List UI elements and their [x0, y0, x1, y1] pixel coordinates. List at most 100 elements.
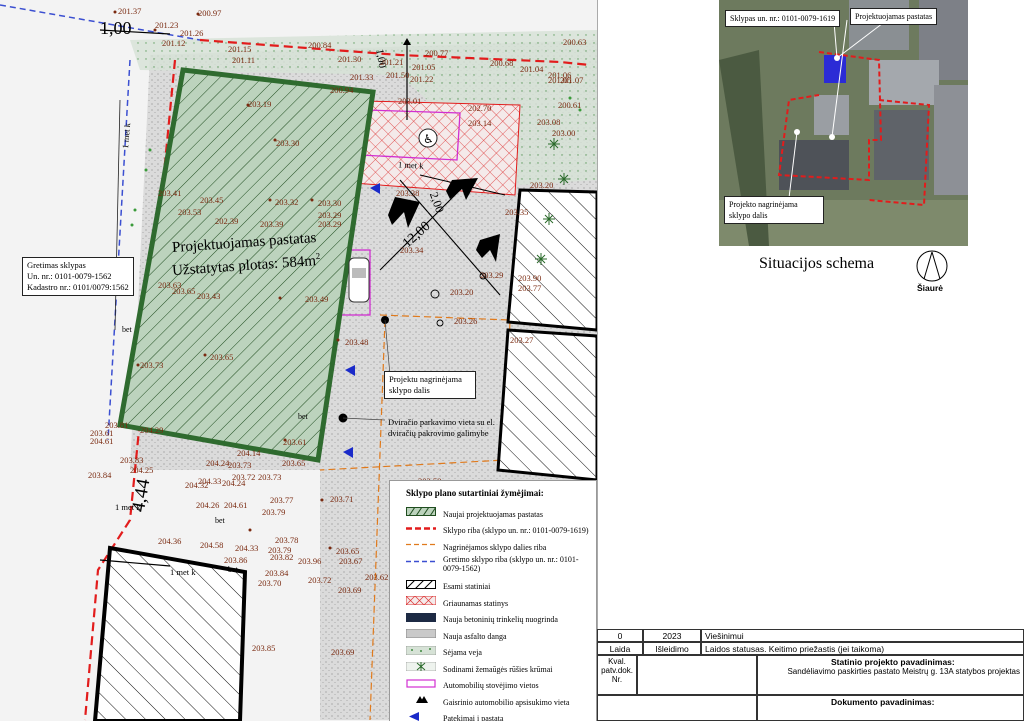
- qualification-blank: [637, 655, 757, 695]
- elevation-label: 201.37: [118, 6, 142, 16]
- elevation-label: 203.67: [339, 556, 363, 566]
- legend: Sklypo plano sutartiniai žymėjimai: Nauj…: [389, 480, 597, 721]
- bet-label-2: bet: [298, 412, 308, 421]
- elevation-label: 203.43: [197, 291, 221, 301]
- elevation-label: 201.07: [560, 75, 584, 85]
- elevation-label: 200.61: [558, 100, 582, 110]
- legend-item-label: Nauja betoninių trinkelių nuogrinda: [443, 615, 558, 624]
- part-callout: Projektu nagrinėjama sklypo dalis: [384, 371, 476, 399]
- legend-item: Nagrinėjamos sklypo dalies riba: [406, 540, 546, 554]
- elevation-label: 201.15: [228, 44, 252, 54]
- legend-item-label: Sėjama veja: [443, 648, 482, 657]
- legend-item-label: Griaunamas statinys: [443, 598, 509, 608]
- elevation-label: 201.12: [162, 38, 186, 48]
- elevation-label: 203.73: [258, 472, 282, 482]
- elevation-label: 203.14: [468, 118, 492, 128]
- doc-blank: [597, 695, 757, 721]
- legend-symbol-part-boundary-icon: [406, 543, 436, 546]
- elevation-label: 203.49: [305, 294, 329, 304]
- header-laida: Laida: [597, 642, 643, 655]
- elevation-label: 203.20: [450, 287, 474, 297]
- elevation-label: 203.19: [248, 99, 272, 109]
- elevation-label: 203.71: [330, 494, 354, 504]
- header-date: Išleidimo data: [643, 642, 701, 655]
- bet-label-3: bet: [215, 516, 225, 525]
- elevation-label: 203.65: [210, 352, 234, 362]
- north-label: Šiaurė: [917, 283, 943, 293]
- elevation-label: 201.33: [350, 72, 374, 82]
- bet-label-4: bet: [228, 565, 238, 574]
- elevation-label: 203.27: [510, 335, 534, 345]
- neighbor-plot-callout: Gretimas sklypas Un. nr.: 0101-0079-1562…: [22, 257, 134, 296]
- legend-item-label: Nagrinėjamos sklypo dalies riba: [443, 542, 547, 552]
- elevation-label: 203.73: [140, 360, 164, 370]
- elevation-label: 203.00: [552, 128, 576, 138]
- legend-item: Gaisrinio automobilio apsisukimo vieta: [406, 695, 569, 709]
- legend-item-label: Gretimo sklypo riba (sklypo un. nr.: 010…: [443, 554, 579, 573]
- neighbor-unique-number: Un. nr.: 0101-0079-1562: [27, 271, 112, 281]
- legend-item-label: Patekimai į pastatą: [443, 714, 504, 721]
- title-block: 0 2023 Viešinimui Laida Išleidimo data L…: [597, 629, 1024, 721]
- legend-item: Nauja asfalto danga: [406, 629, 507, 643]
- legend-item-label: Gaisrinio automobilio apsisukimo vieta: [443, 697, 570, 707]
- elevation-label: 201.22: [410, 74, 434, 84]
- elevation-label: 203.90: [518, 273, 542, 283]
- elevation-label: 204.61: [224, 500, 248, 510]
- legend-symbol-entrance-icon: [409, 711, 419, 721]
- site-plan: ♿ 1,00 4,44 12,00 2,00 1,00 Projektuojam…: [0, 0, 597, 721]
- elevation-label: 204.33: [235, 543, 259, 553]
- elevation-label: 203.79: [262, 507, 286, 517]
- elevation-label: 203.77: [518, 283, 542, 293]
- north-arrow-icon: [916, 250, 948, 282]
- legend-symbol-paving-icon: [406, 612, 436, 622]
- elevation-label: 203.65: [282, 458, 306, 468]
- elevation-label: 203.81: [105, 420, 129, 430]
- legend-item-label: Esami statiniai: [443, 582, 491, 591]
- elevation-label: 204.29: [140, 425, 164, 435]
- elevation-label: 200.84: [308, 40, 332, 50]
- elevation-label: 201.11: [232, 55, 256, 65]
- header-status: Laidos statusas. Keitimo priežastis (jei…: [701, 642, 1024, 655]
- legend-item-label: Sklypo riba (sklypo un. nr.: 0101-0079-1…: [443, 526, 589, 535]
- qualification-doc: Kval. patv.dok. Nr.: [597, 655, 637, 695]
- elevation-label: 201.23: [155, 20, 179, 30]
- elevation-label: 203.30: [318, 198, 342, 208]
- elevation-label: 201.04: [520, 64, 544, 74]
- elevation-label: 203.79: [268, 545, 292, 555]
- doc-name-cell: Dokumento pavadinimas:: [757, 695, 1024, 721]
- elevation-label: 203.38: [396, 188, 420, 198]
- elevation-label: 203.26: [454, 316, 478, 326]
- elevation-label: 203.83: [120, 455, 144, 465]
- elevation-label: 203.96: [298, 556, 322, 566]
- elevation-label: 203.86: [224, 555, 248, 565]
- legend-item: Esami statiniai: [406, 579, 491, 594]
- bike-callout: Dviračio parkavimo vieta su el. dviračių…: [388, 417, 495, 438]
- elevation-label: 203.69: [338, 585, 362, 595]
- legend-item: Sklypo riba (sklypo un. nr.: 0101-0079-1…: [406, 524, 589, 538]
- project-name-label: Statinio projekto pavadinimas:: [831, 657, 955, 667]
- elevation-label: 203.39: [260, 219, 284, 229]
- elevation-label: 204.24: [206, 458, 230, 468]
- legend-item: Automobilių stovėjimo vietos: [406, 678, 539, 693]
- rev-year: 2023: [643, 629, 701, 642]
- legend-symbol-existing-building-icon: [406, 579, 436, 589]
- legend-item: Gretimo sklypo riba (sklypo un. nr.: 010…: [406, 554, 593, 573]
- legend-symbol-neighbor-boundary-icon: [406, 560, 436, 562]
- legend-item: Nauja betoninių trinkelių nuogrinda: [406, 612, 558, 627]
- elevation-label: 203.61: [283, 437, 307, 447]
- svg-text:♿: ♿: [423, 132, 434, 146]
- legend-symbol-parking-icon: [406, 678, 436, 688]
- legend-symbol-asphalt-icon: [406, 629, 436, 638]
- elevation-label: 200.63: [563, 37, 587, 47]
- legend-title: Sklypo plano sutartiniai žymėjimai:: [406, 488, 544, 498]
- met-k-label-3: 1 met k: [115, 502, 141, 512]
- elevation-label: 203.72: [308, 575, 332, 585]
- sat-label-building: Projektuojamas pastatas: [850, 8, 938, 25]
- project-name: Sandėliavimo paskirties pastato Meistrų …: [787, 667, 1020, 676]
- legend-symbol-plot-boundary-icon: [406, 526, 436, 530]
- elevation-label: 203.35: [505, 207, 529, 217]
- elevation-label: 203.08: [537, 117, 561, 127]
- legend-item-label: Automobilių stovėjimo vietos: [443, 681, 539, 690]
- elevation-label: 203.69: [331, 647, 355, 657]
- elevation-label: 202.70: [468, 103, 492, 113]
